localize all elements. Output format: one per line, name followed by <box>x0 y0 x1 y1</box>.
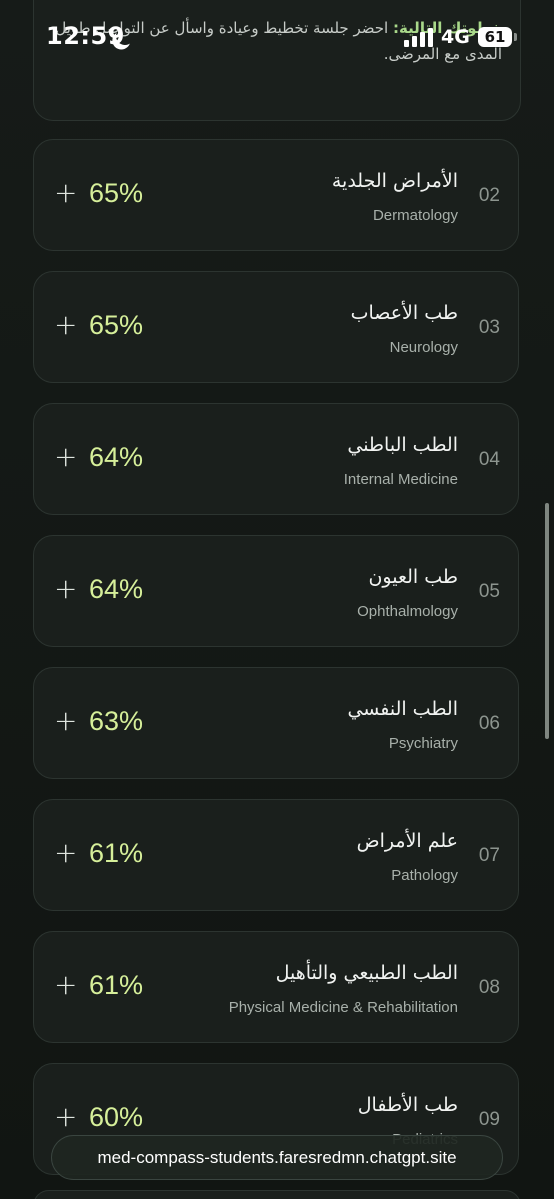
expand-plus-icon[interactable]: + <box>54 838 77 868</box>
specialty-name-arabic: الطب الطبيعي والتأهيل <box>275 962 458 984</box>
expand-plus-icon[interactable]: + <box>54 442 77 472</box>
specialty-name-english: Dermatology <box>372 207 458 224</box>
network-type: 4G <box>441 26 470 48</box>
specialty-card[interactable]: +64% طب العيون Ophthalmology 05 <box>33 535 519 647</box>
match-percentage: 64% <box>89 574 144 604</box>
specialty-name-english: Neurology <box>389 339 458 356</box>
battery-icon: 61 <box>478 27 512 47</box>
rank-number: 03 <box>478 317 500 338</box>
expand-plus-icon[interactable]: + <box>54 706 77 736</box>
specialty-name-english: Physical Medicine & Rehabilitation <box>228 999 458 1016</box>
rank-number: 09 <box>478 1109 500 1130</box>
status-bar: 12:59 4G 61 <box>0 0 554 72</box>
specialty-card[interactable]: +65% طب الأعصاب Neurology 03 <box>33 271 519 383</box>
specialty-card[interactable]: +61% علم الأمراض Pathology 07 <box>33 799 519 911</box>
screen: 12:59 4G 61 خطوتك التالية: احضر جلسة تخط… <box>0 0 554 1199</box>
specialty-name-english: Ophthalmology <box>357 603 458 620</box>
match-percentage: 65% <box>89 178 144 208</box>
scrollbar[interactable] <box>545 503 549 739</box>
match-percentage: 64% <box>89 442 144 472</box>
expand-plus-icon[interactable]: + <box>54 1102 77 1132</box>
signal-bars-icon <box>404 28 433 47</box>
expand-plus-icon[interactable]: + <box>54 574 77 604</box>
match-percentage: 61% <box>89 970 144 1000</box>
expand-plus-icon[interactable]: + <box>54 310 77 340</box>
rank-number: 06 <box>478 713 500 734</box>
match-percentage: 63% <box>89 706 144 736</box>
specialty-name-arabic: الطب النفسي <box>347 698 458 720</box>
specialty-name-english: Psychiatry <box>388 735 458 752</box>
specialty-name-arabic: الأمراض الجلدية <box>331 170 458 192</box>
specialty-card[interactable]: +61% الطب الطبيعي والتأهيل Physical Medici… <box>33 931 519 1043</box>
specialty-card[interactable]: +63% الطب النفسي Psychiatry 06 <box>33 667 519 779</box>
address-bar[interactable]: med-compass-students.faresredmn.chatgpt.… <box>51 1135 503 1180</box>
specialty-name-arabic: الطب الباطني <box>347 434 458 456</box>
match-percentage: 65% <box>89 310 144 340</box>
specialty-name-arabic: طب الأطفال <box>357 1094 458 1116</box>
match-percentage: 61% <box>89 838 144 868</box>
rank-number: 05 <box>478 581 500 602</box>
specialty-name-arabic: علم الأمراض <box>356 830 458 852</box>
specialty-name-english: Pathology <box>391 867 458 884</box>
status-time: 12:59 <box>46 22 125 50</box>
expand-plus-icon[interactable]: + <box>54 970 77 1000</box>
specialty-name-arabic: طب الأعصاب <box>350 302 458 324</box>
battery-tip <box>514 33 517 41</box>
rank-number: 07 <box>478 845 500 866</box>
specialty-name-arabic: طب العيون <box>368 566 458 588</box>
next-card-edge <box>33 1190 521 1199</box>
rank-number: 04 <box>478 449 500 470</box>
expand-plus-icon[interactable]: + <box>54 178 77 208</box>
match-percentage: 60% <box>89 1102 144 1132</box>
specialty-name-english: Internal Medicine <box>343 471 458 488</box>
specialty-card[interactable]: +64% الطب الباطني Internal Medicine 04 <box>33 403 519 515</box>
rank-number: 08 <box>478 977 500 998</box>
rank-number: 02 <box>478 185 500 206</box>
specialty-card[interactable]: +65% الأمراض الجلدية Dermatology 02 <box>33 139 519 251</box>
